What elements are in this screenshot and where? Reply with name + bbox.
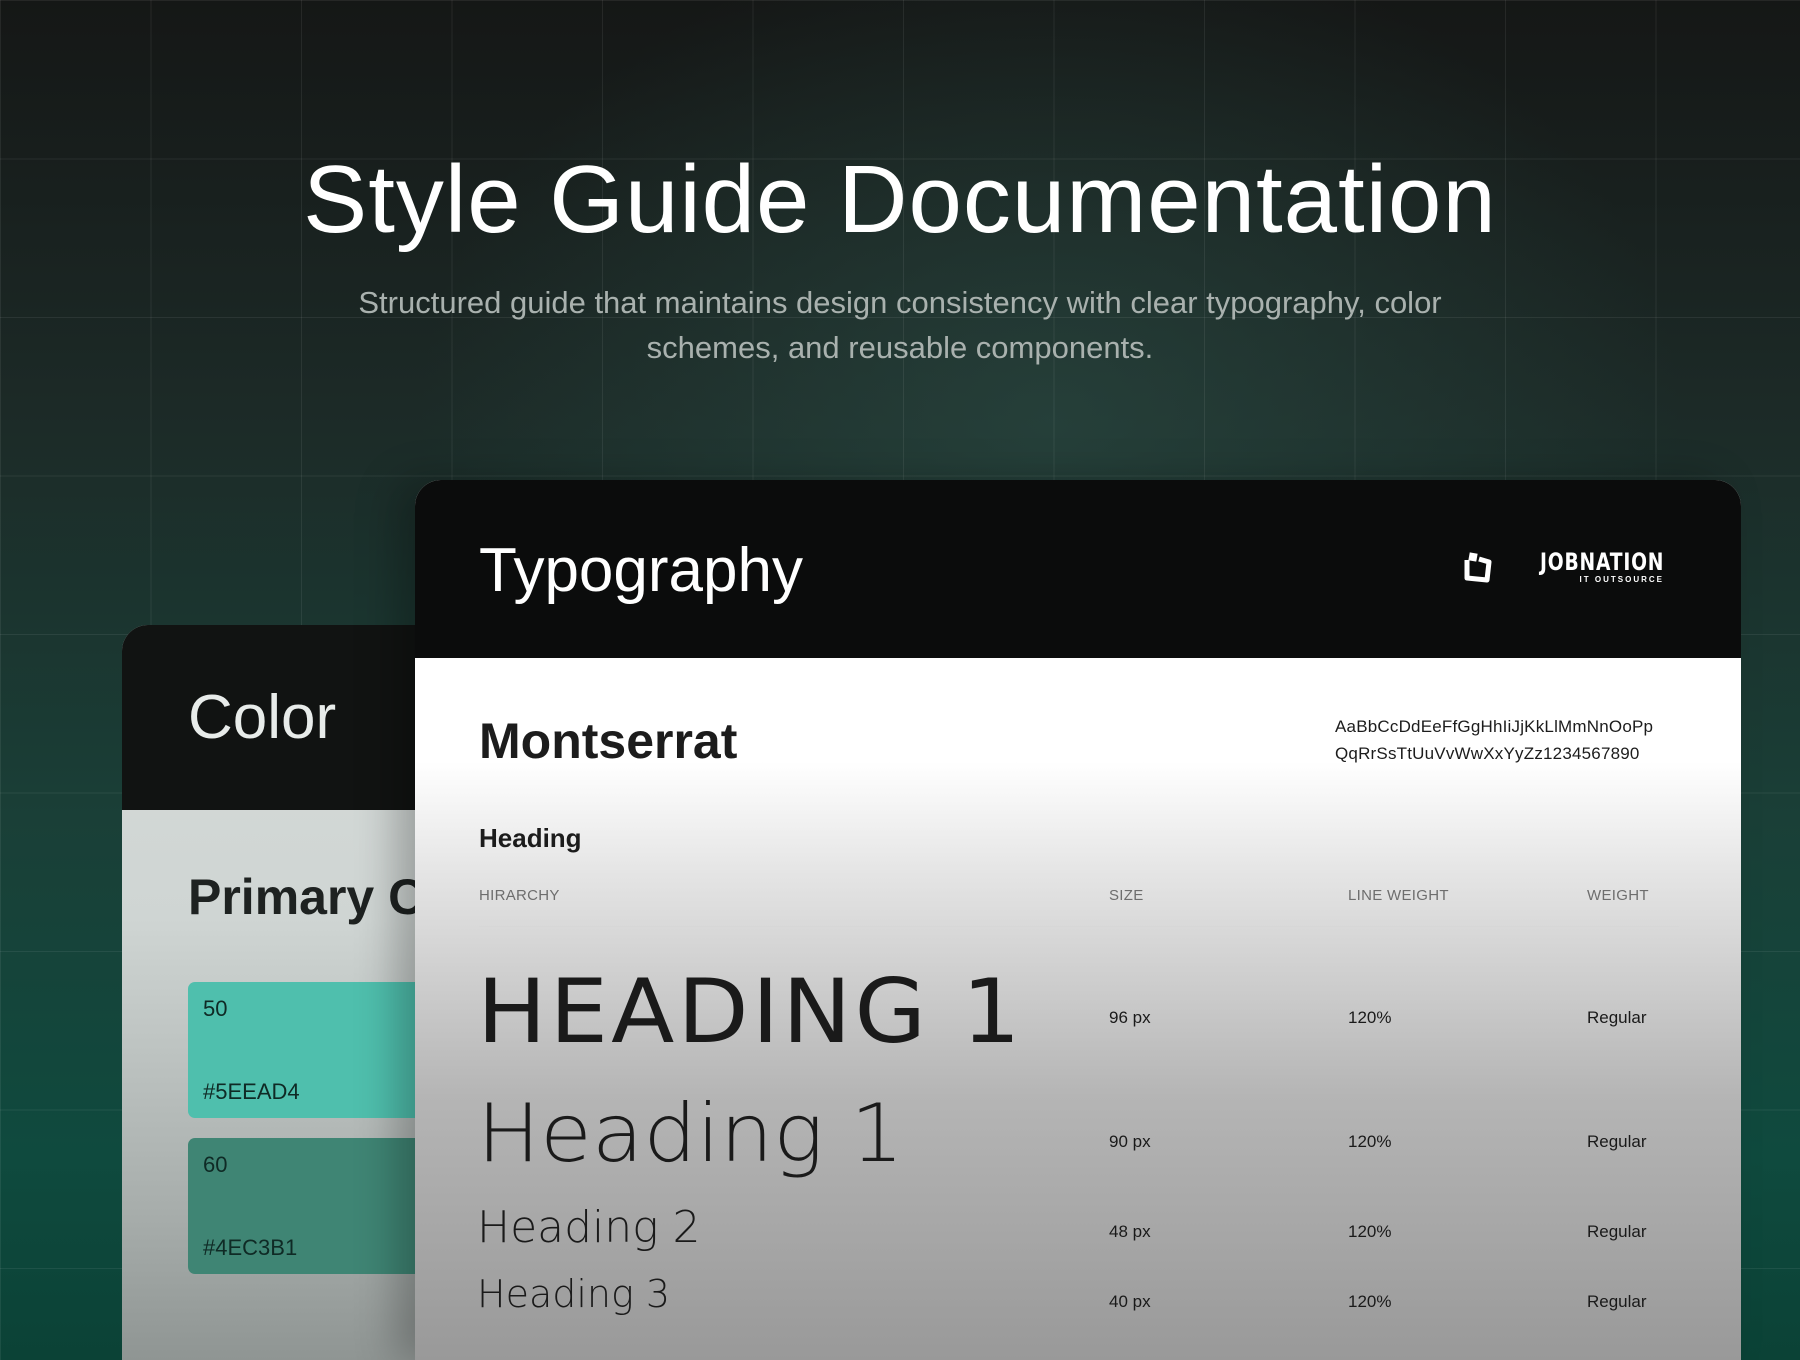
weight-cell: Regular (1587, 1008, 1647, 1027)
column-header-size: SIZE (1109, 887, 1144, 904)
page-title: Style Guide Documentation (303, 146, 1497, 253)
size-cell: 48 px (1109, 1222, 1151, 1241)
logo-name: JOBNATION (1539, 548, 1664, 576)
weight-cell: Regular (1587, 1292, 1647, 1311)
swatch-hex: #4EC3B1 (203, 1235, 298, 1260)
color-card-title: Color (188, 683, 337, 752)
weight-cell: Regular (1587, 1132, 1647, 1151)
alphabet-line: QqRrSsTtUuVvWwXxYyZz1234567890 (1335, 744, 1640, 763)
size-cell: 90 px (1109, 1132, 1151, 1151)
column-header-line-weight: LINE WEIGHT (1348, 887, 1449, 904)
weight-cell: Regular (1587, 1222, 1647, 1241)
brand-logo: JOBNATION IT OUTSOURCE (1461, 550, 1664, 584)
size-cell: 40 px (1109, 1292, 1151, 1311)
color-card-header: Color (122, 625, 452, 810)
color-swatch[interactable]: 60 #4EC3B1 (188, 1138, 452, 1274)
logo-tagline: IT OUTSOURCE (1579, 575, 1664, 584)
color-card: Color Primary C 50 #5EEAD4 60 #4EC3B1 (122, 625, 452, 1360)
size-cell: 96 px (1109, 1008, 1151, 1027)
table-divider (479, 926, 1679, 927)
primary-color-heading: Primary C (188, 869, 425, 925)
alphabet-specimen: AaBbCcDdEeFfGgHhIiJjKkLlMmNnOoPp QqRrSsT… (1335, 713, 1695, 767)
line-cell: 120% (1348, 1008, 1392, 1027)
typography-card-header: Typography JOBNATION IT OUTSOURCE (415, 480, 1741, 658)
jobnation-logo-icon (1461, 550, 1495, 584)
line-cell: 120% (1348, 1132, 1392, 1151)
column-header-weight: WEIGHT (1587, 887, 1649, 904)
column-header-hierarchy: HIRARCHY (479, 887, 560, 904)
swatch-hex: #5EEAD4 (203, 1079, 300, 1104)
line-cell: 120% (1348, 1292, 1392, 1311)
line-cell: 120% (1348, 1222, 1392, 1241)
type-sample: Heading 2 (477, 1202, 701, 1253)
section-heading-label: Heading (479, 823, 582, 853)
page-subtitle: Structured guide that maintains design c… (358, 285, 1442, 365)
type-sample: HEADING 1 (477, 960, 1024, 1063)
type-sample: Heading 1 (477, 1087, 904, 1180)
color-swatch[interactable]: 50 #5EEAD4 (188, 982, 452, 1118)
alphabet-line: AaBbCcDdEeFfGgHhIiJjKkLlMmNnOoPp (1335, 717, 1654, 736)
typography-card: Typography JOBNATION IT OUTSOURCE Montse… (415, 480, 1741, 1360)
typography-card-title: Typography (479, 536, 803, 605)
font-family-name: Montserrat (479, 713, 738, 769)
type-sample: Heading 3 (477, 1272, 671, 1316)
